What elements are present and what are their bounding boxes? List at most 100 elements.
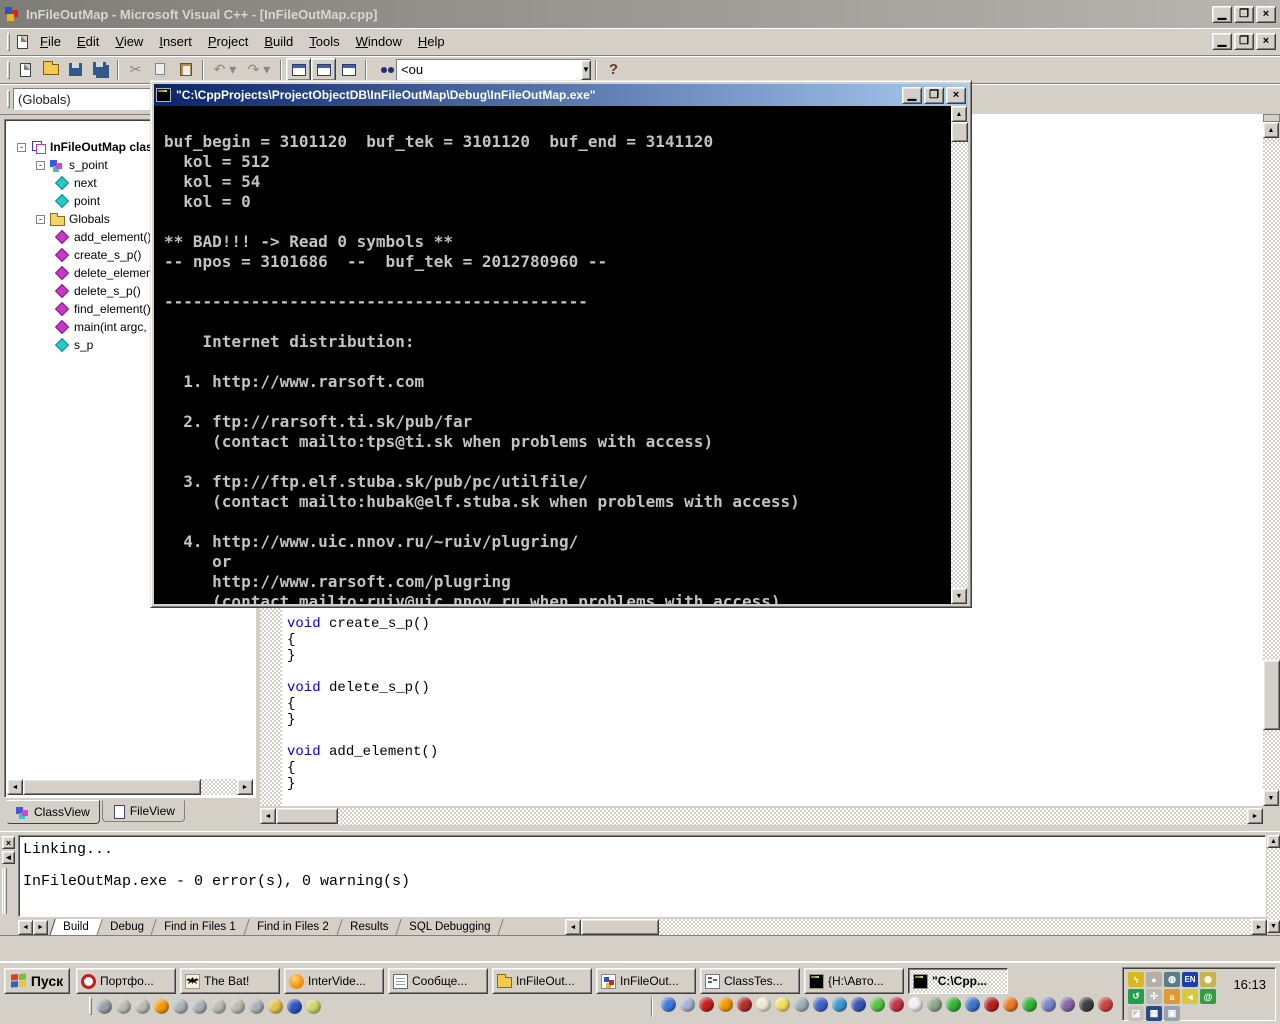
scroll-right-button[interactable]: ► [1251,919,1267,935]
output-tab-debug[interactable]: Debug [96,919,157,936]
flash-icon[interactable]: ϟ [1128,972,1144,987]
scroll-up-button[interactable]: ▲ [951,106,967,122]
display-settings-icon[interactable]: ▦ [1146,1006,1162,1021]
mail-monitor-icon[interactable]: @ [1200,989,1216,1004]
quicklaunch-icon[interactable] [661,997,676,1012]
antivirus-icon[interactable]: a [1164,989,1180,1004]
quicklaunch-icon[interactable] [946,997,961,1012]
quicklaunch-icon[interactable] [1079,997,1094,1012]
menu-view[interactable]: View [107,31,151,52]
console-output[interactable]: buf_begin = 3101120 buf_tek = 3101120 bu… [154,106,951,604]
quicklaunch-icon[interactable] [116,999,131,1014]
quicklaunch-icon[interactable] [794,997,809,1012]
new-file-button[interactable] [13,58,38,81]
paste-button[interactable] [173,58,198,81]
copy-button[interactable] [148,58,173,81]
save-all-button[interactable] [88,58,113,81]
find-combo-arrow[interactable]: ▼ [581,60,591,80]
language-indicator[interactable]: EN [1182,972,1198,987]
quicklaunch-icon[interactable] [1022,997,1037,1012]
close-output-button[interactable]: × [2,836,15,849]
scroll-up-button[interactable]: ▲ [1267,835,1280,848]
close-button[interactable]: × [1256,6,1276,23]
cpu-meter-icon[interactable]: ✣ [1146,989,1162,1004]
quicklaunch-icon[interactable] [1098,997,1113,1012]
clock[interactable]: 16:13 [1233,977,1266,992]
quicklaunch-icon[interactable] [268,999,283,1014]
scroll-down-button[interactable]: ▼ [1263,790,1279,806]
task-button[interactable]: {H:\Авто... [804,968,904,994]
tabs-scroll-right-button[interactable]: ► [33,920,48,935]
menu-window[interactable]: Window [348,31,410,52]
quicklaunch-icon[interactable] [1041,997,1056,1012]
task-button[interactable]: The Bat! [180,968,280,994]
output-tab-find-in-files-1[interactable]: Find in Files 1 [151,919,250,936]
menu-tools[interactable]: Tools [301,31,347,52]
quicklaunch-icon[interactable] [908,997,923,1012]
context-help-button[interactable]: ? [601,58,626,81]
volume-icon[interactable]: ◄ [1182,989,1198,1004]
task-button[interactable]: InFileOut... [492,968,592,994]
task-button[interactable]: InFileOut... [596,968,696,994]
mdi-restore-button[interactable]: ❐ [1234,33,1254,50]
output-tab-sql-debugging[interactable]: SQL Debugging [395,919,504,936]
quicklaunch-icon[interactable] [249,999,264,1014]
output-tab-build[interactable]: Build [49,919,102,936]
minimize-button[interactable]: ▁ [1212,6,1232,23]
recorder-icon[interactable]: ● [1146,972,1162,987]
tool-icon[interactable]: ◪ [1128,1006,1144,1021]
output-tab-find-in-files-2[interactable]: Find in Files 2 [243,919,342,936]
scroll-down-button[interactable]: ▼ [1267,920,1280,933]
quicklaunch-icon[interactable] [97,999,112,1014]
open-button[interactable] [38,58,63,81]
scroll-thumb[interactable] [1263,660,1280,730]
scroll-thumb[interactable] [23,779,201,795]
scroll-right-button[interactable]: ► [1247,808,1263,824]
quicklaunch-icon[interactable] [699,997,714,1012]
task-button[interactable]: Портфо... [76,968,176,994]
scroll-left-button[interactable]: ◄ [260,808,276,824]
mdi-minimize-button[interactable]: ▁ [1212,33,1232,50]
viewer-icon[interactable]: ◉ [1200,972,1216,987]
quicklaunch-icon[interactable] [813,997,828,1012]
toolbar-grip[interactable] [7,33,10,51]
quicklaunch-icon[interactable] [870,997,885,1012]
scroll-thumb[interactable] [951,122,968,142]
quicklaunch-icon[interactable] [927,997,942,1012]
undo-button[interactable]: ↶ ▾ [208,58,242,81]
scanner-icon[interactable]: ◍ [1164,972,1180,987]
scroll-thumb[interactable] [581,919,659,935]
tab-classview[interactable]: ClassView [6,800,100,824]
quicklaunch-icon[interactable] [984,997,999,1012]
scroll-thumb[interactable] [276,808,338,824]
menu-insert[interactable]: Insert [151,31,200,52]
scroll-left-button[interactable]: ◄ [7,779,23,795]
output-toggle-button[interactable] [311,58,336,81]
task-button[interactable]: ClassTes... [700,968,800,994]
quicklaunch-icon[interactable] [192,999,207,1014]
quicklaunch-icon[interactable] [1060,997,1075,1012]
quicklaunch-icon[interactable] [775,997,790,1012]
toolbar-grip[interactable] [89,997,92,1015]
quicklaunch-icon[interactable] [306,999,321,1014]
network-icon[interactable]: ▣ [1164,1006,1180,1021]
window-list-button[interactable] [336,58,361,81]
quicklaunch-icon[interactable] [851,997,866,1012]
scroll-track[interactable] [659,919,1251,935]
menu-edit[interactable]: Edit [69,31,107,52]
task-button[interactable]: Сообще... [388,968,488,994]
quicklaunch-icon[interactable] [173,999,188,1014]
output-text[interactable]: Linking...InFileOutMap.exe - 0 error(s),… [18,835,1266,917]
quicklaunch-icon[interactable] [965,997,980,1012]
quicklaunch-icon[interactable] [287,999,302,1014]
quicklaunch-icon[interactable] [1003,997,1018,1012]
restore-button[interactable]: ❐ [1234,6,1254,23]
quicklaunch-icon[interactable] [889,997,904,1012]
start-button[interactable]: Пуск [4,968,70,994]
expand-toggle[interactable]: - [17,143,26,152]
scroll-track[interactable] [1263,138,1280,660]
quicklaunch-icon[interactable] [718,997,733,1012]
tabs-scroll-left-button[interactable]: ◄ [18,920,33,935]
quicklaunch-icon[interactable] [211,999,226,1014]
toolbar-grip[interactable] [7,90,10,108]
